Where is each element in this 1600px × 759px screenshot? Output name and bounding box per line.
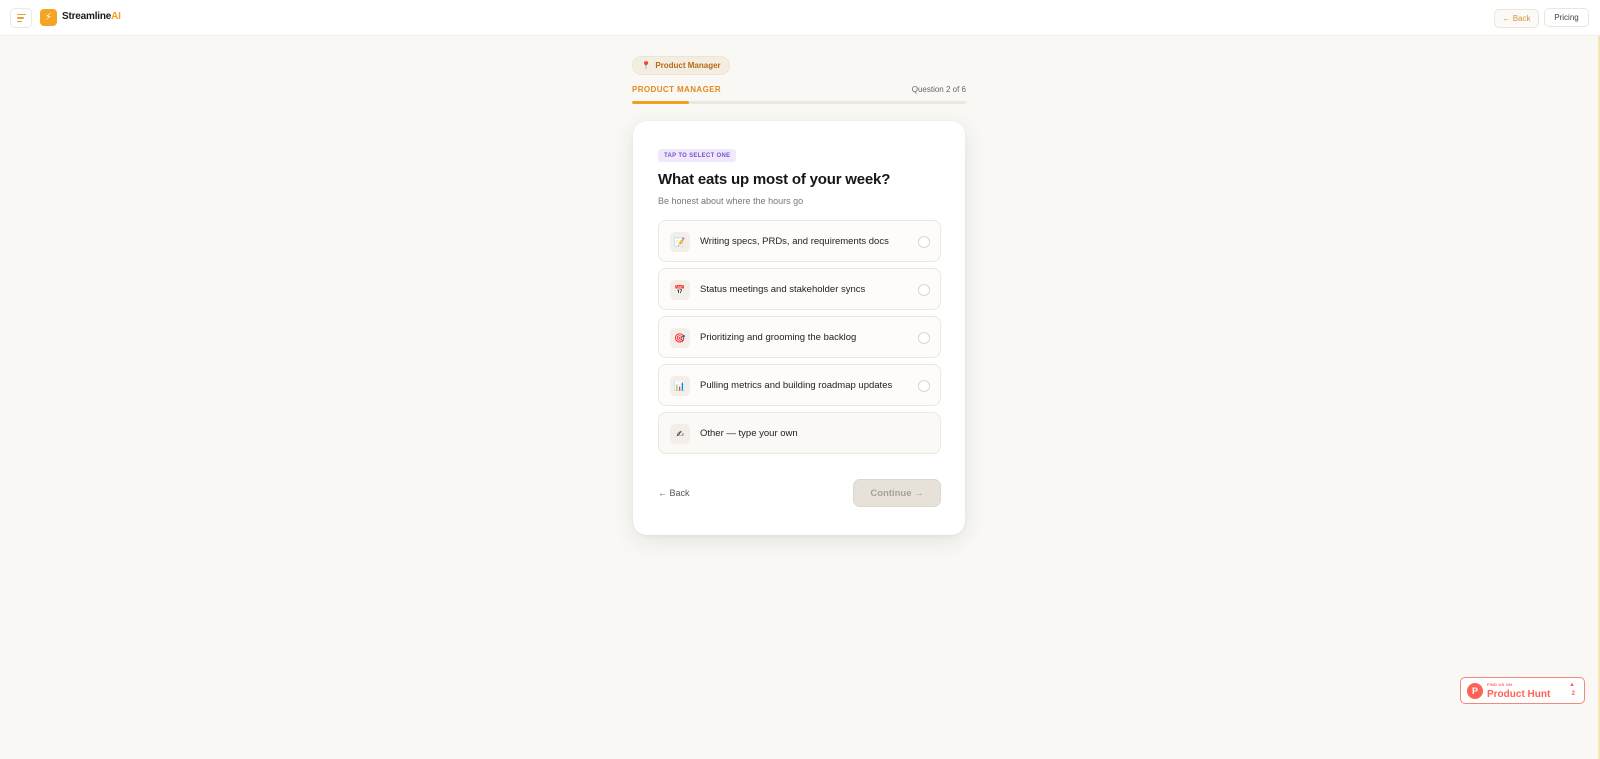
writing-hand-icon: ✍ [670,424,690,444]
option-status-meetings[interactable]: 📅 Status meetings and stakeholder syncs [658,268,941,310]
product-hunt-badge[interactable]: P FIND US ON Product Hunt ▲ 2 [1460,677,1585,704]
question-card: TAP TO SELECT ONE What eats up most of y… [633,121,965,535]
option-label: Writing specs, PRDs, and requirements do… [700,236,889,247]
option-metrics-roadmap[interactable]: 📊 Pulling metrics and building roadmap u… [658,364,941,406]
product-hunt-logo-icon: P [1467,683,1483,699]
role-pill-label: Product Manager [655,61,721,70]
options-list: 📝 Writing specs, PRDs, and requirements … [658,220,941,460]
radio-button[interactable] [918,236,930,248]
brand-main: Streamline [62,11,112,22]
option-label: Other — type your own [700,428,798,439]
upvote-count: 2 [1571,691,1575,697]
option-label: Prioritizing and grooming the backlog [700,332,857,343]
role-pill: 📍 Product Manager [632,56,730,75]
radio-button[interactable] [918,332,930,344]
bar-chart-icon: 📊 [670,376,690,396]
calendar-icon: 📅 [670,280,690,300]
question-title: What eats up most of your week? [658,171,891,188]
pin-icon: 📍 [641,61,652,70]
product-hunt-name: Product Hunt [1487,689,1551,700]
target-icon: 🎯 [670,328,690,348]
brand-name[interactable]: StreamlineAI [62,11,121,22]
option-label: Pulling metrics and building roadmap upd… [700,380,893,391]
brand-accent: AI [111,11,121,22]
radio-button[interactable] [918,284,930,296]
product-hunt-find-us: FIND US ON [1487,682,1513,687]
question-subtitle: Be honest about where the hours go [658,196,804,206]
option-other[interactable]: ✍ Other — type your own [658,412,941,454]
back-link[interactable]: ← Back [658,488,690,498]
header-back-button[interactable]: ← Back [1494,9,1539,28]
continue-button[interactable]: Continue → [853,479,941,507]
upvote-arrow-icon: ▲ [1569,682,1575,688]
radio-button[interactable] [918,380,930,392]
progress-role-label: PRODUCT MANAGER [632,85,722,94]
menu-icon[interactable] [10,8,32,28]
select-one-chip: TAP TO SELECT ONE [658,149,737,162]
lightning-logo-icon[interactable]: ⚡ [40,9,57,26]
option-label: Status meetings and stakeholder syncs [700,284,866,295]
option-writing-specs[interactable]: 📝 Writing specs, PRDs, and requirements … [658,220,941,262]
progress-bar-fill [632,101,689,104]
top-bar: ⚡ StreamlineAI ← Back Pricing [0,0,1600,36]
option-prioritizing-backlog[interactable]: 🎯 Prioritizing and grooming the backlog [658,316,941,358]
progress-bar [632,101,966,104]
pricing-button[interactable]: Pricing [1544,8,1589,27]
memo-icon: 📝 [670,232,690,252]
question-counter: Question 2 of 6 [911,85,966,94]
